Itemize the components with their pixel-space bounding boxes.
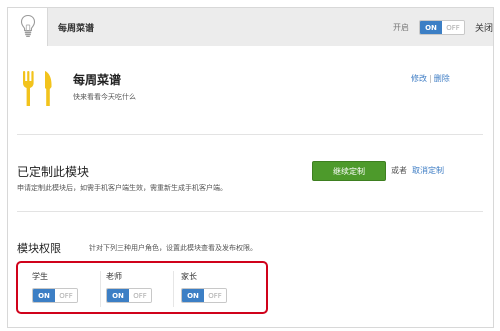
or-text: 或者 bbox=[391, 166, 407, 175]
role-divider bbox=[100, 271, 101, 307]
divider bbox=[17, 134, 483, 135]
close-button[interactable]: 关闭 bbox=[475, 21, 493, 34]
toggle-on[interactable]: ON bbox=[182, 289, 204, 302]
toggle-off[interactable]: OFF bbox=[55, 289, 77, 302]
module-logo bbox=[8, 8, 48, 46]
student-permission-toggle[interactable]: ON OFF bbox=[32, 288, 78, 303]
role-parent: 家长 ON OFF bbox=[181, 271, 227, 303]
module-name: 每周菜谱 bbox=[73, 73, 122, 87]
toggle-off[interactable]: OFF bbox=[129, 289, 151, 302]
continue-customize-button[interactable]: 继续定制 bbox=[312, 161, 386, 181]
toggle-on[interactable]: ON bbox=[33, 289, 55, 302]
toggle-off[interactable]: OFF bbox=[442, 21, 464, 34]
role-label: 学生 bbox=[32, 272, 48, 281]
role-label: 老师 bbox=[106, 272, 122, 281]
role-divider bbox=[173, 271, 174, 307]
divider bbox=[17, 211, 483, 212]
module-description: 快来看看今天吃什么 bbox=[73, 93, 136, 101]
edit-links: 修改 | 删除 bbox=[411, 73, 450, 84]
cancel-customize-link[interactable]: 取消定制 bbox=[412, 165, 444, 176]
role-label: 家长 bbox=[181, 272, 197, 281]
edit-link[interactable]: 修改 bbox=[411, 74, 427, 83]
role-student: 学生 ON OFF bbox=[32, 271, 78, 303]
parent-permission-toggle[interactable]: ON OFF bbox=[181, 288, 227, 303]
teacher-permission-toggle[interactable]: ON OFF bbox=[106, 288, 152, 303]
toggle-on[interactable]: ON bbox=[420, 21, 442, 34]
header-title: 每周菜谱 bbox=[58, 24, 95, 34]
module-header: 每周菜谱 开启 ON OFF 关闭 bbox=[7, 7, 494, 47]
module-enable-toggle[interactable]: ON OFF bbox=[419, 20, 465, 35]
fork-knife-icon bbox=[19, 71, 59, 110]
role-teacher: 老师 ON OFF bbox=[106, 271, 152, 303]
delete-link[interactable]: 删除 bbox=[434, 74, 450, 83]
toggle-on[interactable]: ON bbox=[107, 289, 129, 302]
permissions-title: 模块权限 bbox=[17, 242, 61, 255]
lightbulb-icon bbox=[20, 14, 36, 41]
link-separator: | bbox=[429, 74, 432, 83]
enable-label: 开启 bbox=[393, 23, 409, 32]
customize-description: 申请定制此模块后，如需手机客户端生效，需重新生成手机客户端。 bbox=[17, 184, 227, 192]
permissions-description: 针对下列三种用户角色，设置此模块查看及发布权限。 bbox=[89, 244, 257, 252]
toggle-off[interactable]: OFF bbox=[204, 289, 226, 302]
customize-title: 已定制此模块 bbox=[17, 165, 90, 179]
role-permissions-box: 学生 ON OFF 老师 ON OFF 家长 ON OFF bbox=[16, 261, 268, 314]
